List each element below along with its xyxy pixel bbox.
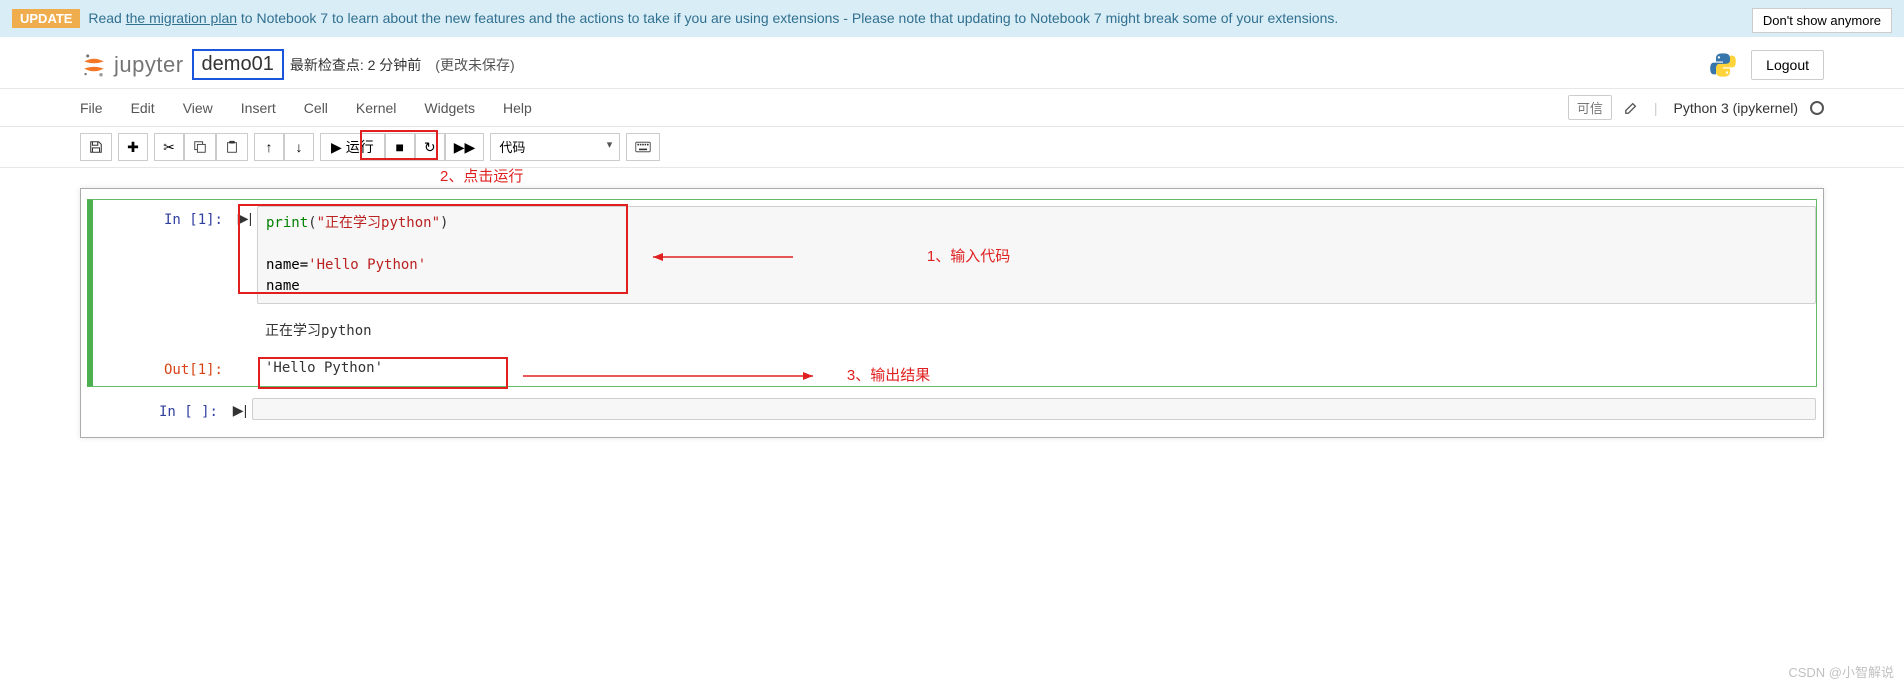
code-cell-1[interactable]: In [1]: ▶| print("正在学习python") name='Hel…	[87, 199, 1817, 387]
notebook-area: In [1]: ▶| print("正在学习python") name='Hel…	[0, 168, 1904, 478]
update-badge: UPDATE	[12, 9, 80, 28]
copy-icon	[193, 140, 207, 154]
paste-button[interactable]	[216, 133, 248, 161]
menu-insert[interactable]: Insert	[241, 100, 276, 116]
trusted-badge[interactable]: 可信	[1568, 95, 1612, 120]
stop-icon: ■	[396, 139, 404, 155]
kernel-name[interactable]: Python 3 (ipykernel)	[1673, 100, 1798, 116]
command-palette-button[interactable]	[626, 133, 660, 161]
save-icon	[89, 140, 103, 154]
fast-forward-icon: ▶▶	[454, 139, 476, 156]
stdout-output: 正在学习python	[257, 316, 1816, 344]
python-icon	[1709, 51, 1737, 79]
autosave-status: (更改未保存)	[435, 55, 514, 75]
jupyter-text: jupyter	[114, 52, 184, 78]
run-cell-icon[interactable]: ▶|	[233, 206, 257, 304]
migration-link[interactable]: the migration plan	[126, 10, 237, 26]
scissors-icon: ✂	[163, 139, 175, 156]
edit-icon[interactable]	[1624, 101, 1638, 115]
notebook-container: In [1]: ▶| print("正在学习python") name='Hel…	[80, 188, 1824, 438]
restart-icon: ↻	[424, 139, 436, 156]
checkpoint-status: 最新检查点: 2 分钟前	[290, 55, 421, 75]
annotation-input: 1、输入代码	[653, 245, 1010, 267]
add-cell-button[interactable]: ✚	[118, 133, 148, 161]
menu-kernel[interactable]: Kernel	[356, 100, 396, 116]
dismiss-button[interactable]: Don't show anymore	[1752, 8, 1892, 33]
move-up-button[interactable]: ↑	[254, 133, 284, 161]
menu-widgets[interactable]: Widgets	[424, 100, 475, 116]
arrow-up-icon: ↑	[266, 139, 273, 155]
in-prompt: In [ ]:	[88, 398, 228, 420]
annotation-output: 3、输出结果	[523, 364, 930, 386]
watermark: CSDN @小智解说	[1788, 662, 1894, 681]
menubar: File Edit View Insert Cell Kernel Widget…	[0, 88, 1904, 127]
jupyter-logo[interactable]: jupyter	[80, 51, 184, 79]
cut-button[interactable]: ✂	[154, 133, 184, 161]
annotation-run: 2、点击运行	[440, 165, 523, 186]
divider: |	[1654, 100, 1658, 116]
jupyter-icon	[80, 51, 108, 79]
copy-button[interactable]	[184, 133, 216, 161]
move-down-button[interactable]: ↓	[284, 133, 314, 161]
code-input[interactable]	[252, 398, 1816, 420]
arrow-down-icon: ↓	[296, 139, 303, 155]
keyboard-icon	[635, 141, 651, 153]
out-prompt: Out[1]:	[93, 356, 233, 380]
result-output: 'Hello Python'	[257, 356, 1816, 380]
menu-cell[interactable]: Cell	[304, 100, 328, 116]
plus-icon: ✚	[127, 139, 139, 156]
interrupt-button[interactable]: ■	[385, 133, 415, 161]
save-button[interactable]	[80, 133, 112, 161]
play-icon: ▶	[331, 139, 342, 156]
restart-run-all-button[interactable]: ▶▶	[445, 133, 485, 161]
menu-file[interactable]: File	[80, 100, 103, 116]
cell-type-select[interactable]: 代码	[490, 133, 620, 161]
logout-button[interactable]: Logout	[1751, 50, 1824, 80]
restart-button[interactable]: ↻	[415, 133, 445, 161]
run-label: 运行	[346, 137, 374, 157]
toolbar: ✚ ✂ ↑ ↓ ▶运行 ■ ↻ ▶▶ 代码 2、点击运行	[0, 127, 1904, 168]
run-button[interactable]: ▶运行	[320, 133, 385, 161]
paste-icon	[225, 140, 239, 154]
in-prompt: In [1]:	[93, 206, 233, 304]
update-banner: UPDATE Read the migration plan to Notebo…	[0, 0, 1904, 37]
banner-text-pre: Read	[84, 10, 125, 26]
menu-edit[interactable]: Edit	[131, 100, 155, 116]
code-input[interactable]: print("正在学习python") name='Hello Python' …	[257, 206, 1816, 304]
menu-view[interactable]: View	[183, 100, 213, 116]
kernel-indicator-icon	[1810, 101, 1824, 115]
code-cell-2[interactable]: In [ ]: ▶|	[87, 391, 1817, 427]
notebook-name[interactable]: demo01	[192, 49, 284, 80]
empty-prompt	[93, 316, 233, 344]
run-cell-icon[interactable]: ▶|	[228, 398, 252, 420]
banner-text-post: to Notebook 7 to learn about the new fea…	[237, 10, 1338, 26]
header: jupyter demo01 最新检查点: 2 分钟前 (更改未保存) Logo…	[0, 37, 1904, 88]
menu-help[interactable]: Help	[503, 100, 532, 116]
